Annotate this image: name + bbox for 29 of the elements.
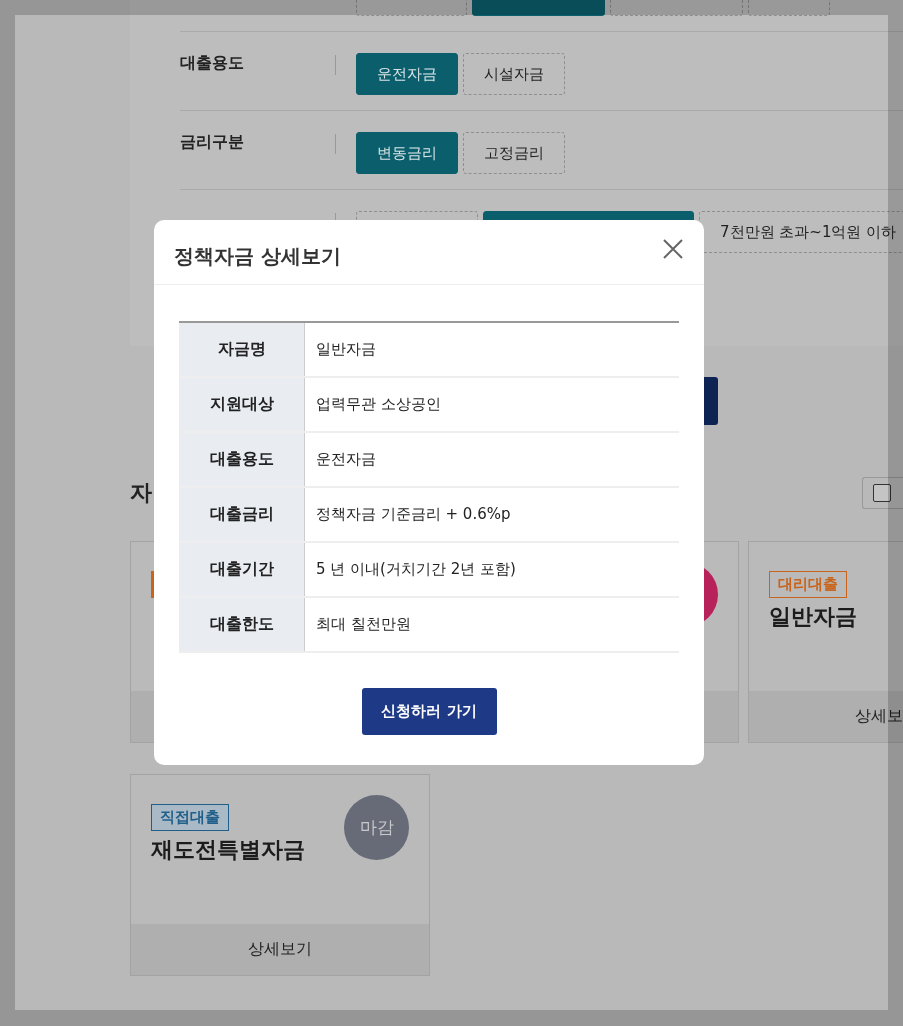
row-header: 대출기간	[179, 542, 305, 597]
table-cell: 일반자금	[304, 322, 679, 377]
detail-button[interactable]: 상세보기	[131, 924, 429, 975]
option-button[interactable]: 운전자금	[356, 53, 458, 95]
option-button[interactable]: 시설자금	[463, 53, 565, 95]
fund-title: 재도전특별자금	[151, 836, 305, 864]
fund-title: 일반자금	[769, 603, 857, 631]
status-badge: 마감	[344, 795, 409, 860]
close-icon[interactable]	[662, 238, 684, 260]
row-header: 대출한도	[179, 597, 305, 652]
loan-type-tag: 대리대출	[769, 571, 847, 598]
option-button[interactable]: 변동금리	[356, 132, 458, 174]
table-cell: 정책자금 기준금리 + 0.6%p	[304, 487, 679, 542]
modal-title: 정책자금 상세보기	[174, 242, 341, 270]
row-header: 지원대상	[179, 377, 305, 432]
option-button[interactable]: 고정금리	[463, 132, 565, 174]
detail-button[interactable]: 상세보	[749, 691, 903, 742]
section-title: 자	[130, 479, 152, 507]
loan-type-tag: 직접대출	[151, 804, 229, 831]
table-cell: 업력무관 소상공인	[304, 377, 679, 432]
row-header: 대출용도	[179, 432, 305, 487]
apply-button[interactable]: 신청하러 가기	[361, 688, 497, 735]
table-cell: 최대 칠천만원	[304, 597, 679, 652]
filter-label: 대출용도	[180, 53, 245, 74]
row-header: 자금명	[179, 322, 305, 377]
table-cell: 운전자금	[304, 432, 679, 487]
table-cell: 5 년 이내(거치기간 2년 포함)	[304, 542, 679, 597]
filter-label: 금리구분	[180, 132, 245, 153]
row-header: 대출금리	[179, 487, 305, 542]
